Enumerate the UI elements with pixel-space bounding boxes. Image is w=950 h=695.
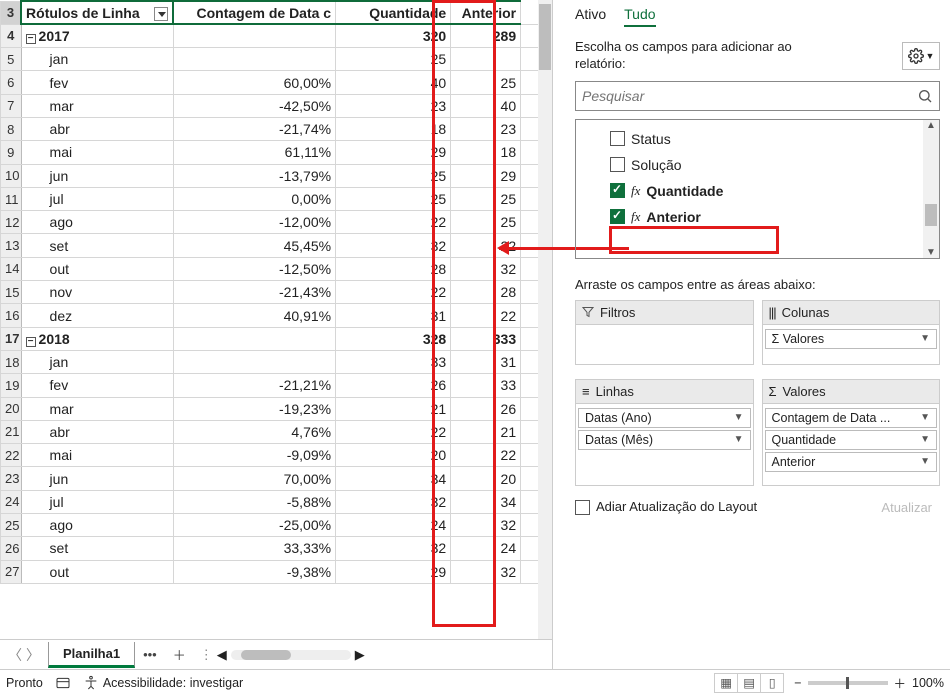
filter-icon [582,306,594,318]
checkbox-icon[interactable] [610,209,625,224]
collapse-icon[interactable]: − [26,337,36,347]
defer-update-checkbox[interactable]: Adiar Atualização do Layout [575,499,757,515]
table-row[interactable]: 6 fev60,00%4025 [1,71,552,94]
fields-list[interactable]: Status Solução fx Quantidade fx Anterior… [575,119,940,259]
zoom-value[interactable]: 100% [912,676,944,690]
sheet-add-icon[interactable]: ＋ [165,645,194,664]
checkbox-icon[interactable] [610,157,625,172]
values-item[interactable]: Anterior▼ [765,452,938,472]
sheet-next-icon[interactable]: 〉 [26,645,40,665]
rows-icon: ≡ [582,384,590,399]
fx-icon: fx [631,209,640,225]
search-icon [917,88,933,104]
field-quantidade[interactable]: fx Quantidade [610,178,935,204]
status-ready: Pronto [6,676,43,690]
field-anterior[interactable]: fx Anterior [610,204,935,230]
table-row[interactable]: 5 jan25 [1,48,552,71]
tab-ativo[interactable]: Ativo [575,6,606,27]
vertical-scrollbar[interactable] [538,0,552,639]
table-row[interactable]: 12 ago-12,00%2225 [1,211,552,234]
table-row[interactable]: 13 set45,45%3222 [1,234,552,257]
tab-tudo[interactable]: Tudo [624,6,655,27]
gear-icon [908,48,924,64]
table-row[interactable]: 3 Rótulos de Linha Contagem de Data cQua… [1,1,552,24]
table-row[interactable]: 22 mai-9,09%2022 [1,444,552,467]
row-labels-dropdown[interactable] [154,7,168,21]
area-values[interactable]: Contagem de Data ...▼Quantidade▼Anterior… [762,404,941,486]
values-item[interactable]: Contagem de Data ...▼ [765,408,938,428]
pivot-fields-panel: Ativo Tudo Escolha os campos para adicio… [553,0,950,669]
view-normal-icon[interactable]: ▦ [714,673,738,693]
sheet-tab-active[interactable]: Planilha1 [48,642,135,668]
status-bar: Pronto Acessibilidade: investigar ▦ ▤ ▯ … [0,669,950,695]
columns-item[interactable]: Σ Valores▼ [765,329,938,349]
area-columns-header: ||| Colunas [762,300,941,325]
sheet-prev-icon[interactable]: 〈 [8,645,22,665]
checkbox-icon[interactable] [610,131,625,146]
rows-item[interactable]: Datas (Mês)▼ [578,430,751,450]
field-status[interactable]: Status [610,126,935,152]
table-row[interactable]: 15 nov-21,43%2228 [1,281,552,304]
tablesheet-icon[interactable] [55,675,71,691]
table-row[interactable]: 21 abr4,76%2221 [1,420,552,443]
table-row[interactable]: 24 jul-5,88%3234 [1,490,552,513]
zoom-in-icon[interactable]: ＋ [894,673,907,692]
columns-icon: ||| [769,305,776,320]
sheet-more-icon[interactable]: ••• [135,647,165,662]
accessibility-icon[interactable] [83,675,99,691]
values-item[interactable]: Quantidade▼ [765,430,938,450]
hsep-icon: ⋮ [200,647,213,663]
search-input[interactable] [582,88,917,104]
table-row[interactable]: 16 dez40,91%3122 [1,304,552,327]
table-row[interactable]: 17 −2018 328333 [1,327,552,350]
table-row[interactable]: 19 fev-21,21%2633 [1,374,552,397]
table-row[interactable]: 27 out-9,38%2932 [1,560,552,583]
table-row[interactable]: 7 mar-42,50%2340 [1,94,552,117]
table-row[interactable]: 9 mai61,11%2918 [1,141,552,164]
rows-item[interactable]: Datas (Ano)▼ [578,408,751,428]
fields-scrollbar[interactable]: ▲▼ [923,120,939,258]
view-pagebreak-icon[interactable]: ▯ [760,673,784,693]
table-row[interactable]: 11 jul0,00%2525 [1,187,552,210]
table-row[interactable]: 25 ago-25,00%2432 [1,514,552,537]
checkbox-icon[interactable] [610,183,625,198]
collapse-icon[interactable]: − [26,34,36,44]
accessibility-text[interactable]: Acessibilidade: investigar [103,676,243,690]
table-row[interactable]: 23 jun70,00%3420 [1,467,552,490]
settings-button[interactable]: ▼ [902,42,940,70]
search-input-wrap[interactable] [575,81,940,111]
table-row[interactable]: 14 out-12,50%2832 [1,257,552,280]
table-row[interactable]: 8 abr-21,74%1823 [1,117,552,140]
area-filters-header: Filtros [575,300,754,325]
table-row[interactable]: 4 −2017 320289 [1,24,552,47]
hscroll-right-icon[interactable]: ▶ [355,647,365,663]
area-rows[interactable]: Datas (Ano)▼Datas (Mês)▼ [575,404,754,486]
instruction-text: Escolha os campos para adicionar ao rela… [575,39,835,73]
field-solução[interactable]: Solução [610,152,935,178]
table-row[interactable]: 10 jun-13,79%2529 [1,164,552,187]
hscroll-left-icon[interactable]: ◀ [217,647,227,663]
table-row[interactable]: 18 jan3331 [1,350,552,373]
view-pagelayout-icon[interactable]: ▤ [737,673,761,693]
update-button[interactable]: Atualizar [873,496,940,519]
area-columns[interactable]: Σ Valores▼ [762,325,941,365]
area-filters[interactable] [575,325,754,365]
area-values-header: Σ Valores [762,379,941,404]
horizontal-scrollbar[interactable] [231,650,351,660]
fx-icon: fx [631,183,640,199]
area-rows-header: ≡ Linhas [575,379,754,404]
zoom-slider[interactable] [808,681,888,685]
table-row[interactable]: 26 set33,33%3224 [1,537,552,560]
table-row[interactable]: 20 mar-19,23%2126 [1,397,552,420]
zoom-out-icon[interactable]: − [794,676,801,690]
sigma-icon: Σ [769,384,777,399]
drag-instruction: Arraste os campos entre as áreas abaixo: [575,277,950,292]
pivot-grid[interactable]: 3 Rótulos de Linha Contagem de Data cQua… [0,0,552,639]
